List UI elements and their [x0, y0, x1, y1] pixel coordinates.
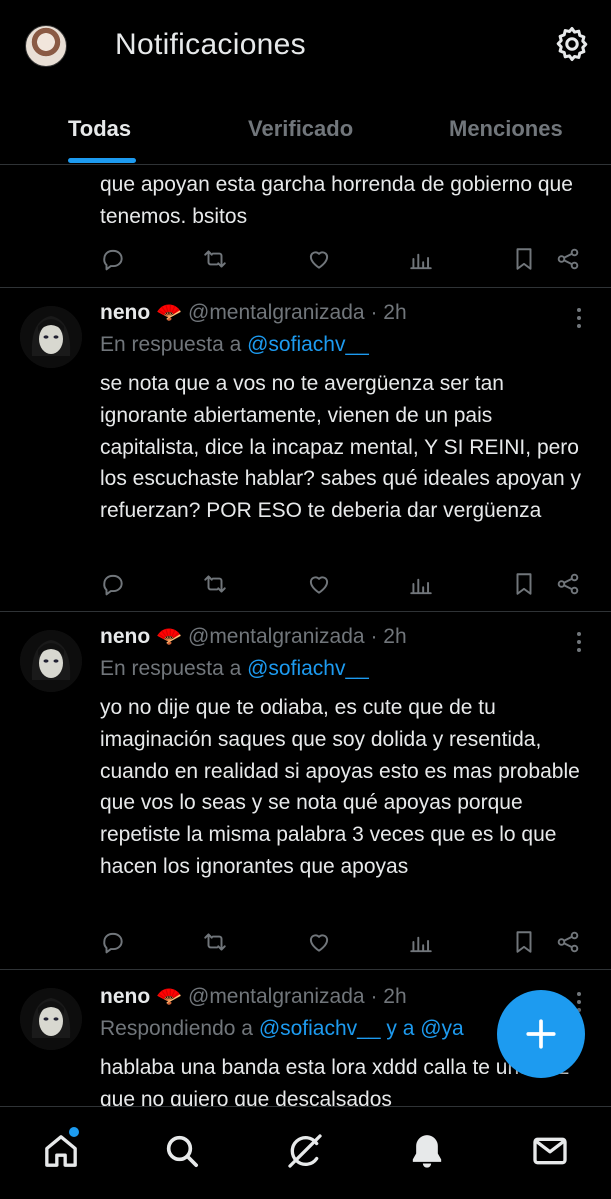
views-icon[interactable] [408, 246, 434, 272]
reply-prefix: Respondiendo a [100, 1017, 253, 1040]
reply-context: En respuesta a @sofiachv__ [100, 657, 369, 681]
bottom-nav [0, 1106, 611, 1199]
gear-icon[interactable] [553, 25, 591, 63]
post-text: se nota que a vos no te avergüenza ser t… [100, 372, 581, 523]
bookmark-icon[interactable] [511, 929, 537, 955]
reply-prefix: En respuesta a [100, 657, 242, 680]
views-icon[interactable] [408, 571, 434, 597]
heart-icon[interactable] [306, 571, 332, 597]
post-text: que apoyan esta garcha horrenda de gobie… [100, 173, 573, 228]
reply-context: En respuesta a @sofiachv__ [100, 333, 369, 357]
page-title: Notificaciones [115, 28, 306, 61]
notification-item[interactable]: neno 🪭 @mentalgranizada · 2h En respuest… [0, 288, 611, 612]
tab-menciones[interactable]: Menciones [449, 116, 563, 142]
reply-mention[interactable]: @sofiachv__ [247, 657, 369, 680]
author-name[interactable]: neno 🪭 [100, 985, 182, 1008]
tab-todas[interactable]: Todas [68, 116, 131, 142]
reply-mention[interactable]: @sofiachv__ y a @ya [259, 1017, 464, 1040]
reply-prefix: En respuesta a [100, 333, 242, 356]
avatar[interactable] [20, 306, 82, 368]
share-icon[interactable] [555, 246, 581, 272]
post-header: neno 🪭 @mentalgranizada · 2h [100, 301, 407, 325]
search-icon[interactable] [162, 1131, 202, 1171]
post-time: · 2h [370, 625, 407, 648]
post-actions [100, 246, 590, 276]
avatar[interactable] [20, 988, 82, 1050]
post-header: neno 🪭 @mentalgranizada · 2h [100, 985, 407, 1009]
home-icon[interactable] [41, 1131, 81, 1171]
compose-button[interactable] [497, 990, 585, 1078]
post-actions [100, 571, 590, 601]
profile-avatar[interactable] [25, 25, 67, 67]
more-options-icon[interactable] [572, 306, 586, 330]
author-handle[interactable]: @mentalgranizada [188, 985, 365, 1008]
active-tab-indicator [68, 158, 136, 163]
post-time: · 2h [370, 985, 407, 1008]
reply-icon[interactable] [100, 571, 126, 597]
reply-mention[interactable]: @sofiachv__ [247, 333, 369, 356]
notifications-feed[interactable]: que apoyan esta garcha horrenda de gobie… [0, 166, 611, 1106]
heart-icon[interactable] [306, 929, 332, 955]
notification-item[interactable]: neno 🪭 @mentalgranizada · 2h En respuest… [0, 612, 611, 970]
bell-icon[interactable] [407, 1131, 447, 1171]
grok-icon[interactable] [285, 1131, 325, 1171]
avatar[interactable] [20, 630, 82, 692]
author-handle[interactable]: @mentalgranizada [188, 301, 365, 324]
bookmark-icon[interactable] [511, 571, 537, 597]
share-icon[interactable] [555, 929, 581, 955]
reply-icon[interactable] [100, 929, 126, 955]
bookmark-icon[interactable] [511, 246, 537, 272]
views-icon[interactable] [408, 929, 434, 955]
author-handle[interactable]: @mentalgranizada [188, 625, 365, 648]
retweet-icon[interactable] [202, 929, 228, 955]
home-notification-dot [69, 1127, 79, 1137]
tab-verificado[interactable]: Verificado [248, 116, 353, 142]
more-options-icon[interactable] [572, 630, 586, 654]
top-bar: Notificaciones [0, 0, 611, 88]
post-header: neno 🪭 @mentalgranizada · 2h [100, 625, 407, 649]
retweet-icon[interactable] [202, 571, 228, 597]
post-actions [100, 929, 590, 959]
post-time: · 2h [370, 301, 407, 324]
heart-icon[interactable] [306, 246, 332, 272]
plus-icon [526, 1019, 556, 1049]
tab-bar: Todas Verificado Menciones [0, 100, 611, 165]
notification-item[interactable]: que apoyan esta garcha horrenda de gobie… [0, 166, 611, 288]
reply-icon[interactable] [100, 246, 126, 272]
author-name[interactable]: neno 🪭 [100, 301, 182, 324]
share-icon[interactable] [555, 571, 581, 597]
reply-context: Respondiendo a @sofiachv__ y a @ya [100, 1017, 464, 1041]
post-text: yo no dije que te odiaba, es cute que de… [100, 696, 580, 878]
retweet-icon[interactable] [202, 246, 228, 272]
author-name[interactable]: neno 🪭 [100, 625, 182, 648]
mail-icon[interactable] [530, 1131, 570, 1171]
